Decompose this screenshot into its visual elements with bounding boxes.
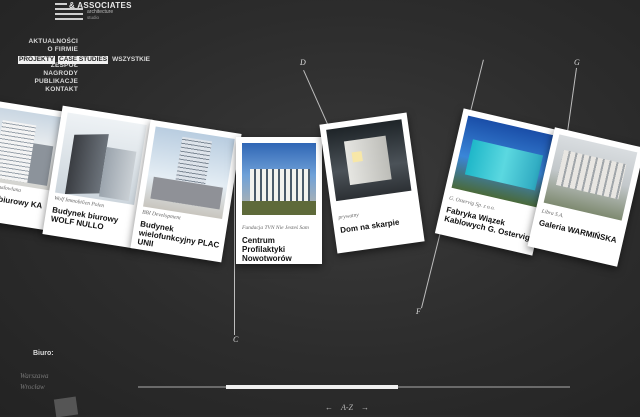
letter-f: F: [416, 307, 421, 316]
scrollbar-thumb[interactable]: [226, 385, 398, 389]
project-client: Fundacja TVN Nie Jesteś Sam: [242, 225, 309, 231]
project-card-centrum-profilaktyki[interactable]: Fundacja TVN Nie Jesteś Sam Centrum Prof…: [236, 137, 322, 264]
project-image: [326, 119, 412, 202]
nav-item-projekty[interactable]: PROJEKTY: [18, 56, 56, 64]
stamp-image: [53, 396, 79, 417]
projects-subnav: PROJEKTY CASE STUDIES WSZYSTKIE: [18, 56, 151, 64]
nav-item-aktualnosci[interactable]: AKTUALNOŚCI: [0, 38, 78, 46]
project-client: Libra S.A.: [540, 208, 565, 220]
logo-line2: studio: [87, 15, 100, 20]
prev-arrow-icon[interactable]: ←: [325, 403, 333, 412]
main-nav: AKTUALNOŚCI O FIRMIE ZESPÓŁ NAGRODY PUBL…: [0, 38, 78, 94]
scrollbar-track[interactable]: [138, 385, 570, 389]
az-label[interactable]: A-Z: [341, 403, 353, 412]
project-title: Budynek biurowy KA: [0, 189, 43, 211]
project-image: [143, 126, 235, 219]
project-image: [543, 134, 638, 221]
project-title: Centrum Profilaktyki Nowotworów: [242, 236, 292, 263]
office-link-warszawa[interactable]: Warszawa: [20, 372, 49, 380]
nav-item-nagrody[interactable]: NAGRODY: [0, 70, 78, 78]
project-image: [55, 112, 147, 205]
az-navigation: ← A-Z →: [325, 403, 369, 412]
nav-item-case-studies[interactable]: CASE STUDIES: [58, 56, 109, 64]
project-card-dom-na-skarpie[interactable]: prywatny Dom na skarpie: [319, 112, 425, 254]
logo[interactable]: & ASSOCIATES architecture studio: [55, 1, 175, 22]
office-label: Biuro:: [33, 350, 54, 357]
letter-c: C: [233, 335, 239, 344]
project-client: prywatny: [338, 212, 360, 221]
letter-g: G: [574, 58, 580, 67]
letter-d: D: [300, 58, 306, 67]
project-title: Galeria WARMIŃSKA: [538, 218, 618, 245]
nav-item-wszystkie[interactable]: WSZYSTKIE: [111, 56, 151, 64]
next-arrow-icon[interactable]: →: [361, 403, 369, 412]
nav-item-publikacje[interactable]: PUBLIKACJE: [0, 78, 78, 86]
project-card-plac-unii[interactable]: BBI Development Budynek wielofunkcyjny P…: [130, 119, 242, 263]
project-image: [242, 143, 316, 215]
nav-item-o-firmie[interactable]: O FIRMIE: [0, 46, 78, 54]
office-link-wroclaw[interactable]: Wrocław: [20, 383, 45, 391]
nav-item-kontakt[interactable]: KONTAKT: [0, 86, 78, 94]
project-title: Budynek wielofunkcyjny PLAC UNII: [136, 219, 220, 250]
project-title: Budynek biurowy WOLF NULLO: [50, 205, 119, 232]
